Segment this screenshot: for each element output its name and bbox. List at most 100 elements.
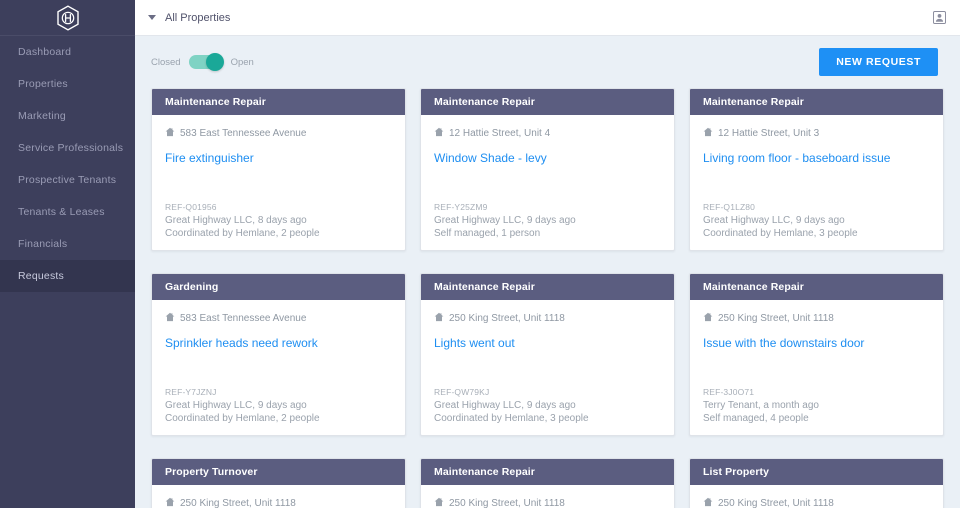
hexagon-h-logo-icon	[56, 4, 80, 31]
sidebar-item-label: Tenants & Leases	[18, 206, 105, 218]
request-card-management: Self managed, 4 people	[703, 412, 809, 424]
sidebar-item-label: Properties	[18, 78, 68, 90]
request-card-owner: Terry Tenant, a month ago	[703, 399, 819, 411]
home-icon	[434, 309, 444, 327]
request-card[interactable]: Maintenance Repair 12 Hattie Street, Unit…	[420, 88, 675, 251]
request-card-address-row: 12 Hattie Street, Unit 3	[703, 124, 930, 142]
sidebar-item-financials[interactable]: Financials	[0, 228, 135, 260]
request-card-ref: REF-3J0O71	[703, 386, 755, 397]
request-card-body: 583 East Tennessee Avenue Fire extinguish…	[152, 115, 405, 250]
request-card-address: 583 East Tennessee Avenue	[180, 127, 307, 139]
request-card-category: Maintenance Repair	[690, 274, 943, 300]
open-closed-toggle[interactable]	[188, 53, 224, 71]
requests-grid: Maintenance Repair 583 East Tennessee Ave…	[151, 88, 944, 508]
property-selector-label: All Properties	[165, 11, 231, 24]
request-card-title[interactable]: Window Shade - levy	[434, 151, 661, 165]
request-card[interactable]: Maintenance Repair 12 Hattie Street, Unit…	[689, 88, 944, 251]
request-card-address: 250 King Street, Unit 1118	[449, 497, 565, 508]
sidebar: Dashboard Properties Marketing Service P…	[0, 0, 135, 508]
home-icon	[165, 309, 175, 327]
sidebar-item-marketing[interactable]: Marketing	[0, 100, 135, 132]
request-card-title[interactable]: Fire extinguisher	[165, 151, 392, 165]
top-bar: All Properties	[135, 0, 960, 36]
request-card-address-row: 583 East Tennessee Avenue	[165, 309, 392, 327]
request-card-ref: REF-Y25ZM9	[434, 201, 488, 212]
sidebar-item-label: Marketing	[18, 110, 66, 122]
request-card-title[interactable]: Living room floor - baseboard issue	[703, 151, 930, 165]
request-card-meta: REF-Y7JZNJ Great Highway LLC, 9 days ago C…	[165, 387, 392, 425]
request-card[interactable]: List Property250 King Street, Unit 1118T…	[689, 458, 944, 508]
request-card-category: Maintenance Repair	[421, 89, 674, 115]
status-toggle-group: Closed Open	[151, 53, 254, 71]
sidebar-item-label: Requests	[18, 270, 64, 282]
request-card-address-row: 250 King Street, Unit 1118	[434, 494, 661, 508]
request-card-body: 250 King Street, Unit 1118 Lights went ou…	[421, 300, 674, 435]
sidebar-item-service-professionals[interactable]: Service Professionals	[0, 132, 135, 164]
request-card-title[interactable]: Issue with the downstairs door	[703, 336, 930, 350]
home-icon	[165, 494, 175, 508]
request-card-address: 12 Hattie Street, Unit 4	[449, 127, 551, 139]
home-icon	[165, 124, 175, 142]
new-request-button[interactable]: NEW REQUEST	[819, 48, 938, 76]
home-icon	[703, 494, 713, 508]
home-icon	[434, 494, 444, 508]
request-card-body: 12 Hattie Street, Unit 4 Window Shade - l…	[421, 115, 674, 250]
chevron-down-icon[interactable]	[148, 15, 156, 20]
app-root: Dashboard Properties Marketing Service P…	[0, 0, 960, 508]
request-card[interactable]: Maintenance Repair 250 King Street, Unit …	[689, 273, 944, 436]
request-card-category: Maintenance Repair	[421, 274, 674, 300]
request-card-owner: Great Highway LLC, 9 days ago	[434, 214, 576, 226]
main-content: All Properties Closed Open NEW REQUEST M…	[135, 0, 960, 508]
request-card-address-row: 250 King Street, Unit 1118	[703, 309, 930, 327]
request-card[interactable]: Property Turnover 250 King Street, Unit 1…	[151, 458, 406, 508]
request-card[interactable]: Gardening 583 East Tennessee Avenue Sprink…	[151, 273, 406, 436]
home-icon	[703, 309, 713, 327]
request-card[interactable]: Maintenance Repair 250 King Street, Unit …	[420, 458, 675, 508]
request-card-management: Coordinated by Hemlane, 3 people	[434, 412, 589, 424]
sidebar-item-prospective-tenants[interactable]: Prospective Tenants	[0, 164, 135, 196]
request-card-title[interactable]: Sprinkler heads need rework	[165, 336, 392, 350]
request-card-category: List Property	[690, 459, 943, 485]
home-icon	[703, 124, 713, 142]
sidebar-item-properties[interactable]: Properties	[0, 68, 135, 100]
request-card-address-row: 250 King Street, Unit 1118	[434, 309, 661, 327]
request-card[interactable]: Maintenance Repair 250 King Street, Unit …	[420, 273, 675, 436]
request-card-title[interactable]: Lights went out	[434, 336, 661, 350]
request-card-ref: REF-Q01956	[165, 201, 217, 212]
request-card-address-row: 12 Hattie Street, Unit 4	[434, 124, 661, 142]
filter-toolbar: Closed Open NEW REQUEST	[135, 36, 960, 88]
app-logo[interactable]	[0, 0, 135, 36]
request-card-body: 12 Hattie Street, Unit 3 Living room floo…	[690, 115, 943, 250]
sidebar-item-dashboard[interactable]: Dashboard	[0, 36, 135, 68]
request-card-owner: Great Highway LLC, 9 days ago	[434, 399, 576, 411]
request-card-meta: REF-QW79KJ Great Highway LLC, 9 days ago C…	[434, 387, 661, 425]
request-card-address: 583 East Tennessee Avenue	[180, 312, 307, 324]
request-card-address-row: 250 King Street, Unit 1118	[165, 494, 392, 508]
home-icon	[434, 124, 444, 142]
request-card-body: 250 King Street, Unit 1118Kitchen sink n…	[421, 485, 674, 508]
request-card-management: Coordinated by Hemlane, 3 people	[703, 227, 858, 239]
user-account-icon[interactable]	[933, 11, 946, 24]
request-card[interactable]: Maintenance Repair 583 East Tennessee Ave…	[151, 88, 406, 251]
property-selector[interactable]: All Properties	[148, 12, 230, 24]
request-card-body: 583 East Tennessee Avenue Sprinkler heads…	[152, 300, 405, 435]
requests-scroll-area[interactable]: Maintenance Repair 583 East Tennessee Ave…	[135, 88, 960, 508]
request-card-body: 250 King Street, Unit 1118Property Move-…	[152, 485, 405, 508]
toggle-label-open: Open	[230, 56, 254, 68]
request-card-address: 250 King Street, Unit 1118	[718, 312, 834, 324]
request-card-category: Maintenance Repair	[421, 459, 674, 485]
request-card-category: Maintenance Repair	[152, 89, 405, 115]
toggle-knob	[205, 53, 224, 71]
request-card-meta: REF-Q1LZ80 Great Highway LLC, 9 days ago C…	[703, 202, 930, 240]
sidebar-item-label: Service Professionals	[18, 142, 124, 154]
request-card-body: 250 King Street, Unit 1118 Issue with the…	[690, 300, 943, 435]
request-card-ref: REF-Y7JZNJ	[165, 386, 217, 397]
sidebar-item-tenants-leases[interactable]: Tenants & Leases	[0, 196, 135, 228]
request-card-management: Self managed, 1 person	[434, 227, 541, 239]
request-card-owner: Great Highway LLC, 9 days ago	[703, 214, 845, 226]
request-card-body: 250 King Street, Unit 1118This property …	[690, 485, 943, 508]
sidebar-item-requests[interactable]: Requests	[0, 260, 135, 292]
request-card-category: Property Turnover	[152, 459, 405, 485]
sidebar-item-label: Prospective Tenants	[18, 174, 117, 186]
request-card-management: Coordinated by Hemlane, 2 people	[165, 412, 320, 424]
